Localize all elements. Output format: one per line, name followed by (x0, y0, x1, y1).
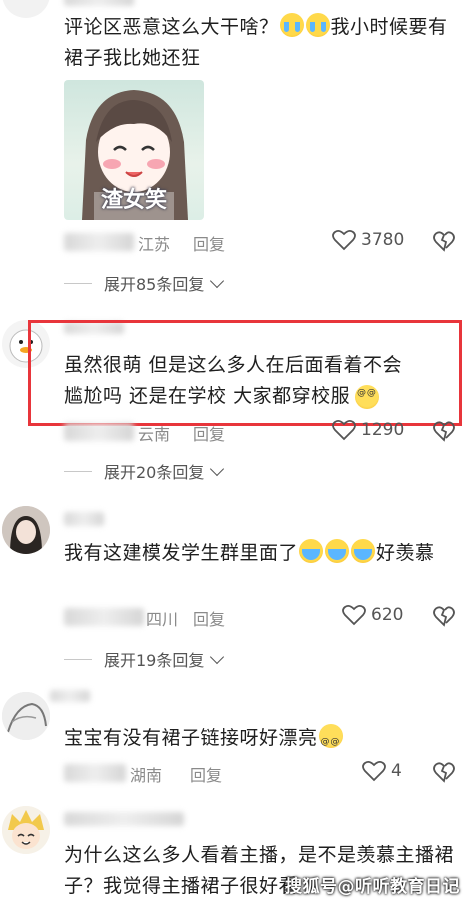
sticker-image[interactable]: 渣女笑 (64, 80, 204, 220)
comment-text-part: 评论区恶意这么大干啥？ (64, 16, 279, 38)
chevron-down-icon (210, 649, 225, 664)
username-blurred (64, 0, 134, 6)
avatar[interactable] (2, 806, 50, 854)
sticker-caption: 渣女笑 (100, 188, 167, 213)
username-blurred (64, 512, 104, 526)
expand-replies-button[interactable]: 展开20条回复 (64, 459, 225, 483)
expand-replies-button[interactable]: 展开85条回复 (64, 271, 225, 295)
like-count: 1290 (361, 420, 405, 440)
divider (64, 658, 92, 660)
watermark: 搜狐号@听听教育日记 (285, 877, 460, 897)
comment-text: 宝宝有没有裙子链接呀好漂亮 (64, 723, 460, 758)
chevron-down-icon (210, 461, 225, 476)
reply-button[interactable]: 回复 (193, 606, 225, 630)
chevron-down-icon (210, 273, 225, 288)
sobbing-emoji-icon (351, 539, 376, 563)
comment-text: 评论区恶意这么大干啥？ 我小时候要有裙子我比她还狂 (64, 12, 460, 74)
heart-icon (342, 604, 366, 626)
highlight-box (28, 320, 462, 426)
comment-text-part: 我有这建模发学生群里面了 (64, 542, 299, 564)
location-text: 江苏 (138, 235, 171, 254)
timestamp-blurred (64, 423, 134, 441)
avatar[interactable] (2, 692, 50, 740)
location-text: 四川 (146, 610, 179, 629)
reply-button[interactable]: 回复 (190, 762, 222, 786)
divider (64, 282, 92, 284)
timestamp-blurred (64, 233, 134, 251)
location-text: 湖南 (130, 766, 163, 785)
sketch-avatar-icon (2, 692, 50, 740)
expand-replies-label: 展开85条回复 (104, 275, 205, 294)
location-text: 云南 (138, 425, 171, 444)
girl-avatar-icon (2, 506, 50, 554)
avatar[interactable] (2, 506, 50, 554)
username-blurred (50, 690, 90, 702)
timestamp-blurred (64, 764, 126, 782)
like-button[interactable]: 1290 (332, 419, 404, 441)
like-button[interactable]: 620 (342, 604, 403, 626)
dislike-icon[interactable] (432, 604, 456, 628)
sobbing-emoji-icon (299, 539, 324, 563)
like-button[interactable]: 4 (362, 760, 402, 782)
heart-icon (332, 229, 356, 251)
like-count: 3780 (361, 230, 405, 250)
expand-replies-label: 展开19条回复 (104, 651, 205, 670)
expand-replies-button[interactable]: 展开19条回复 (64, 647, 225, 671)
crying-emoji-icon (279, 13, 304, 37)
reply-button[interactable]: 回复 (193, 421, 225, 445)
avatar[interactable] (2, 0, 50, 18)
timestamp-blurred (64, 608, 144, 626)
sobbing-emoji-icon (325, 539, 350, 563)
reply-button[interactable]: 回复 (193, 231, 225, 255)
heart-icon (362, 760, 386, 782)
dislike-icon[interactable] (432, 760, 456, 784)
like-count: 4 (391, 761, 402, 781)
divider (64, 470, 92, 472)
crying-emoji-icon (305, 13, 330, 37)
dislike-icon[interactable] (432, 229, 456, 253)
like-button[interactable]: 3780 (332, 229, 404, 251)
comment-text-part: 好羡慕 (376, 542, 435, 564)
expand-replies-label: 展开20条回复 (104, 463, 205, 482)
dislike-icon[interactable] (432, 419, 456, 443)
username-blurred (64, 812, 184, 826)
comment-text: 我有这建模发学生群里面了 好羡慕 (64, 538, 460, 569)
dizzy-emoji-icon (318, 724, 343, 758)
heart-icon (332, 419, 356, 441)
anime-avatar-icon (2, 806, 50, 854)
comment-text-part: 宝宝有没有裙子链接呀好漂亮 (64, 727, 318, 749)
like-count: 620 (371, 605, 404, 625)
